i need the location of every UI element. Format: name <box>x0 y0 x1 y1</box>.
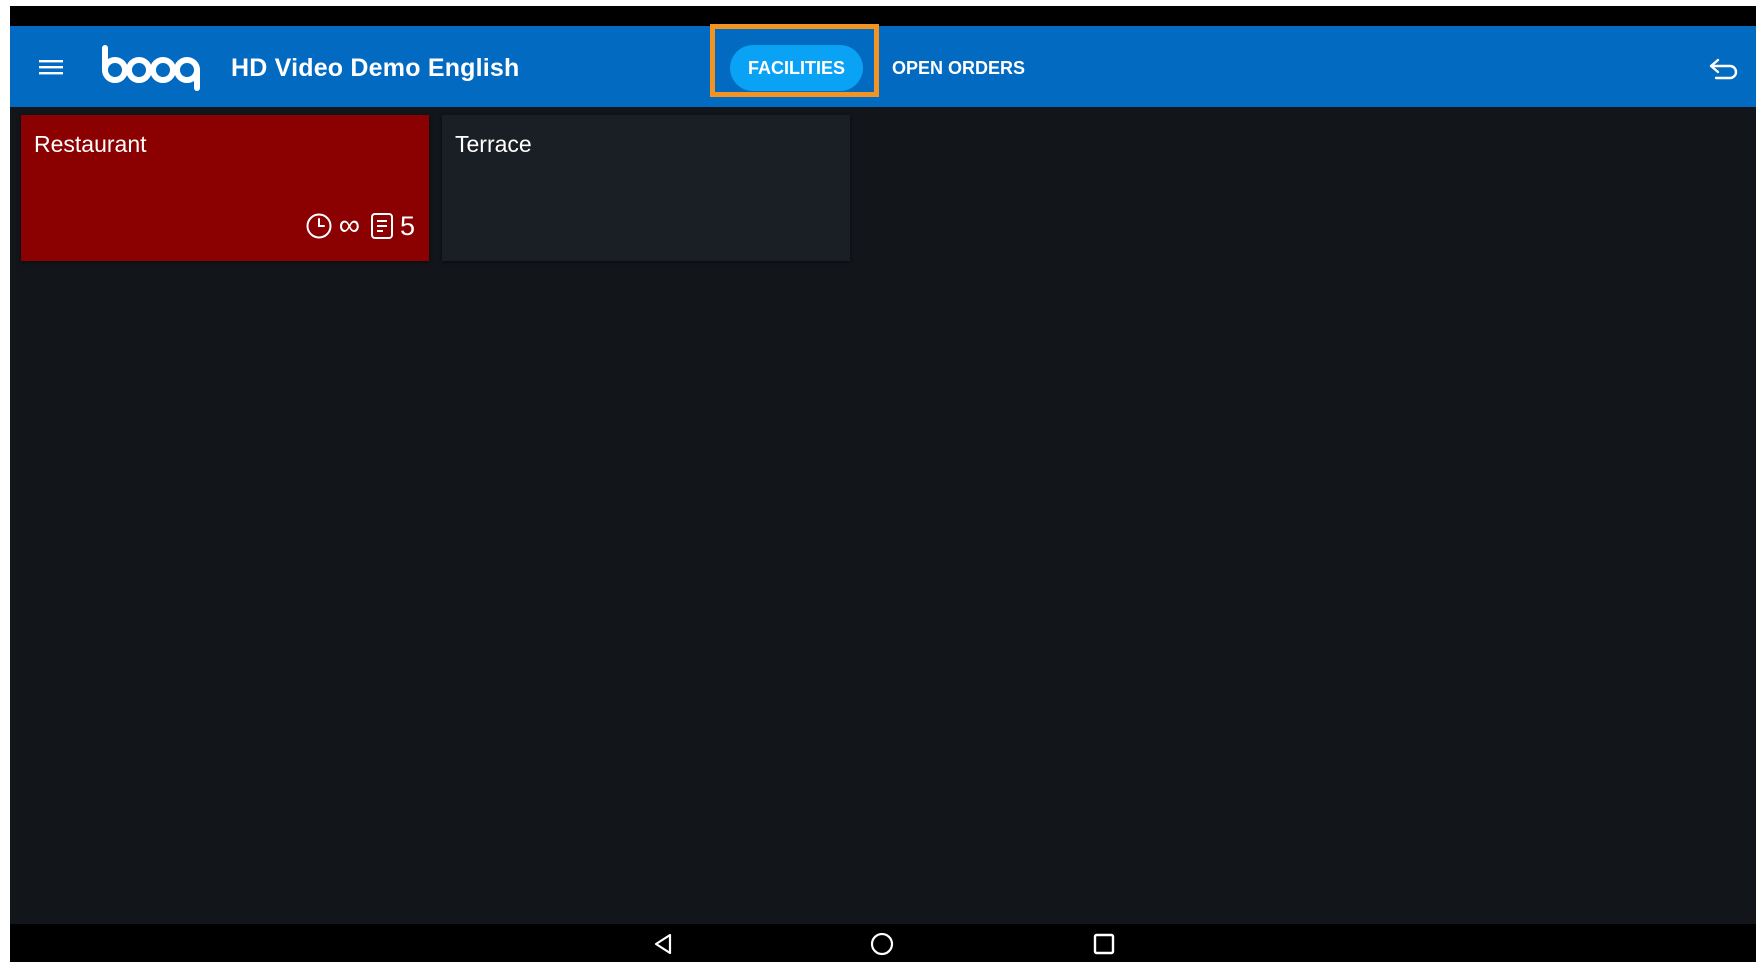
facility-stats: ∞ 5 <box>305 211 415 241</box>
home-circle-icon[interactable] <box>870 932 894 956</box>
app-title: HD Video Demo English <box>231 54 520 82</box>
receipt-icon <box>370 213 393 239</box>
open-orders-count: 5 <box>399 211 415 241</box>
open-time-value: ∞ <box>338 209 360 242</box>
back-arrow-icon[interactable] <box>1706 54 1742 82</box>
facility-tile-restaurant[interactable]: Restaurant ∞ 5 <box>21 115 429 261</box>
status-bar <box>10 6 1756 26</box>
clock-icon <box>306 213 332 239</box>
booq-logo <box>102 45 200 91</box>
facility-name: Terrace <box>455 131 532 157</box>
facility-name: Restaurant <box>34 131 147 157</box>
recents-square-icon[interactable] <box>1092 932 1116 956</box>
tablet-screen: HD Video Demo English FACILITIES OPEN OR… <box>10 6 1756 962</box>
menu-icon[interactable] <box>39 57 63 77</box>
tab-open-orders[interactable]: OPEN ORDERS <box>892 45 1025 91</box>
app-bar: HD Video Demo English FACILITIES OPEN OR… <box>10 26 1756 107</box>
tab-facilities[interactable]: FACILITIES <box>730 45 863 91</box>
back-triangle-icon[interactable] <box>651 932 675 956</box>
android-nav-bar <box>10 924 1756 962</box>
facility-tile-terrace[interactable]: Terrace <box>442 115 850 261</box>
